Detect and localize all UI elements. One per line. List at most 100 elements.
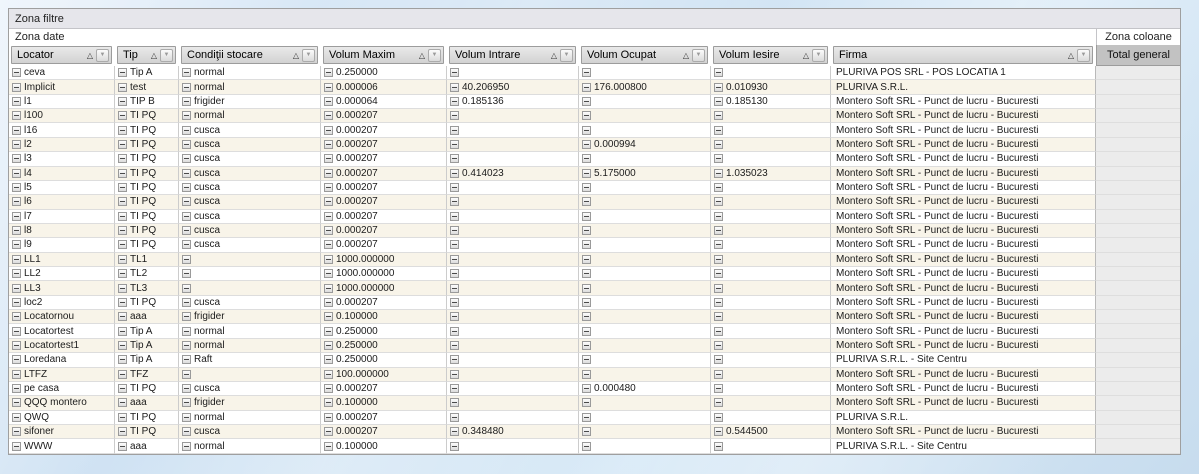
collapse-icon[interactable] [450, 312, 459, 321]
collapse-icon[interactable] [12, 169, 21, 178]
collapse-icon[interactable] [12, 327, 21, 336]
collapse-icon[interactable] [118, 111, 127, 120]
collapse-icon[interactable] [182, 255, 191, 264]
collapse-icon[interactable] [118, 226, 127, 235]
collapse-icon[interactable] [714, 312, 723, 321]
collapse-icon[interactable] [324, 398, 333, 407]
collapse-icon[interactable] [12, 413, 21, 422]
table-row[interactable]: l100 TI PQ normal 0.000207 Montero Soft … [9, 109, 1180, 123]
collapse-icon[interactable] [182, 413, 191, 422]
cell-grand-total[interactable] [1095, 281, 1180, 295]
collapse-icon[interactable] [12, 442, 21, 451]
collapse-icon[interactable] [324, 154, 333, 163]
collapse-icon[interactable] [12, 427, 21, 436]
collapse-icon[interactable] [324, 370, 333, 379]
collapse-icon[interactable] [714, 126, 723, 135]
collapse-icon[interactable] [118, 154, 127, 163]
collapse-icon[interactable] [12, 255, 21, 264]
collapse-icon[interactable] [582, 355, 591, 364]
collapse-icon[interactable] [324, 384, 333, 393]
collapse-icon[interactable] [182, 312, 191, 321]
columns-zone-drop-area[interactable]: Zona coloane [1096, 29, 1180, 45]
collapse-icon[interactable] [118, 83, 127, 92]
collapse-icon[interactable] [582, 240, 591, 249]
collapse-icon[interactable] [450, 240, 459, 249]
cell-grand-total[interactable] [1095, 210, 1180, 224]
collapse-icon[interactable] [182, 427, 191, 436]
collapse-icon[interactable] [582, 169, 591, 178]
collapse-icon[interactable] [118, 284, 127, 293]
collapse-icon[interactable] [582, 341, 591, 350]
collapse-icon[interactable] [714, 442, 723, 451]
collapse-icon[interactable] [182, 384, 191, 393]
table-row[interactable]: Locatornou aaa frigider 0.100000 Montero… [9, 310, 1180, 324]
table-row[interactable]: l16 TI PQ cusca 0.000207 Montero Soft SR… [9, 123, 1180, 137]
table-row[interactable]: l8 TI PQ cusca 0.000207 Montero Soft SRL… [9, 224, 1180, 238]
collapse-icon[interactable] [182, 197, 191, 206]
collapse-icon[interactable] [714, 413, 723, 422]
collapse-icon[interactable] [714, 240, 723, 249]
cell-grand-total[interactable] [1095, 339, 1180, 353]
filter-dropdown-button[interactable]: ▼ [692, 49, 705, 62]
collapse-icon[interactable] [12, 68, 21, 77]
collapse-icon[interactable] [450, 83, 459, 92]
collapse-icon[interactable] [182, 355, 191, 364]
collapse-icon[interactable] [12, 212, 21, 221]
collapse-icon[interactable] [12, 355, 21, 364]
collapse-icon[interactable] [118, 442, 127, 451]
collapse-icon[interactable] [582, 398, 591, 407]
cell-grand-total[interactable] [1095, 167, 1180, 181]
collapse-icon[interactable] [182, 269, 191, 278]
filter-dropdown-button[interactable]: ▼ [160, 49, 173, 62]
collapse-icon[interactable] [324, 197, 333, 206]
table-row[interactable]: LL1 TL1 1000.000000 Montero Soft SRL - P… [9, 253, 1180, 267]
table-row[interactable]: pe casa TI PQ cusca 0.000207 0.000480 Mo… [9, 382, 1180, 396]
cell-grand-total[interactable] [1095, 123, 1180, 137]
table-row[interactable]: ceva Tip A normal 0.250000 PLURIVA POS S… [9, 66, 1180, 80]
table-row[interactable]: LL3 TL3 1000.000000 Montero Soft SRL - P… [9, 281, 1180, 295]
collapse-icon[interactable] [714, 169, 723, 178]
collapse-icon[interactable] [324, 341, 333, 350]
collapse-icon[interactable] [714, 68, 723, 77]
collapse-icon[interactable] [12, 197, 21, 206]
collapse-icon[interactable] [118, 312, 127, 321]
cell-grand-total[interactable] [1095, 224, 1180, 238]
collapse-icon[interactable] [324, 298, 333, 307]
collapse-icon[interactable] [324, 97, 333, 106]
collapse-icon[interactable] [324, 111, 333, 120]
collapse-icon[interactable] [450, 111, 459, 120]
collapse-icon[interactable] [182, 126, 191, 135]
collapse-icon[interactable] [450, 370, 459, 379]
collapse-icon[interactable] [182, 370, 191, 379]
collapse-icon[interactable] [324, 212, 333, 221]
collapse-icon[interactable] [182, 327, 191, 336]
collapse-icon[interactable] [714, 197, 723, 206]
collapse-icon[interactable] [714, 398, 723, 407]
collapse-icon[interactable] [714, 269, 723, 278]
collapse-icon[interactable] [714, 284, 723, 293]
collapse-icon[interactable] [118, 298, 127, 307]
collapse-icon[interactable] [118, 427, 127, 436]
cell-grand-total[interactable] [1095, 368, 1180, 382]
table-row[interactable]: l6 TI PQ cusca 0.000207 Montero Soft SRL… [9, 195, 1180, 209]
table-row[interactable]: Locatortest1 Tip A normal 0.250000 Monte… [9, 339, 1180, 353]
cell-grand-total[interactable] [1095, 152, 1180, 166]
collapse-icon[interactable] [582, 269, 591, 278]
table-row[interactable]: QWQ TI PQ normal 0.000207 PLURIVA S.R.L. [9, 411, 1180, 425]
collapse-icon[interactable] [324, 226, 333, 235]
collapse-icon[interactable] [582, 284, 591, 293]
collapse-icon[interactable] [324, 126, 333, 135]
cell-grand-total[interactable] [1095, 439, 1180, 453]
collapse-icon[interactable] [450, 197, 459, 206]
collapse-icon[interactable] [324, 355, 333, 364]
collapse-icon[interactable] [450, 269, 459, 278]
table-row[interactable]: Loredana Tip A Raft 0.250000 PLURIVA S.R… [9, 353, 1180, 367]
collapse-icon[interactable] [182, 226, 191, 235]
collapse-icon[interactable] [12, 140, 21, 149]
collapse-icon[interactable] [118, 240, 127, 249]
filter-zone-drop-area[interactable]: Zona filtre [9, 9, 1180, 29]
collapse-icon[interactable] [118, 140, 127, 149]
collapse-icon[interactable] [182, 83, 191, 92]
table-row[interactable]: l9 TI PQ cusca 0.000207 Montero Soft SRL… [9, 238, 1180, 252]
field-header-volum-iesire[interactable]: Volum Iesire △ ▼ [713, 46, 828, 64]
